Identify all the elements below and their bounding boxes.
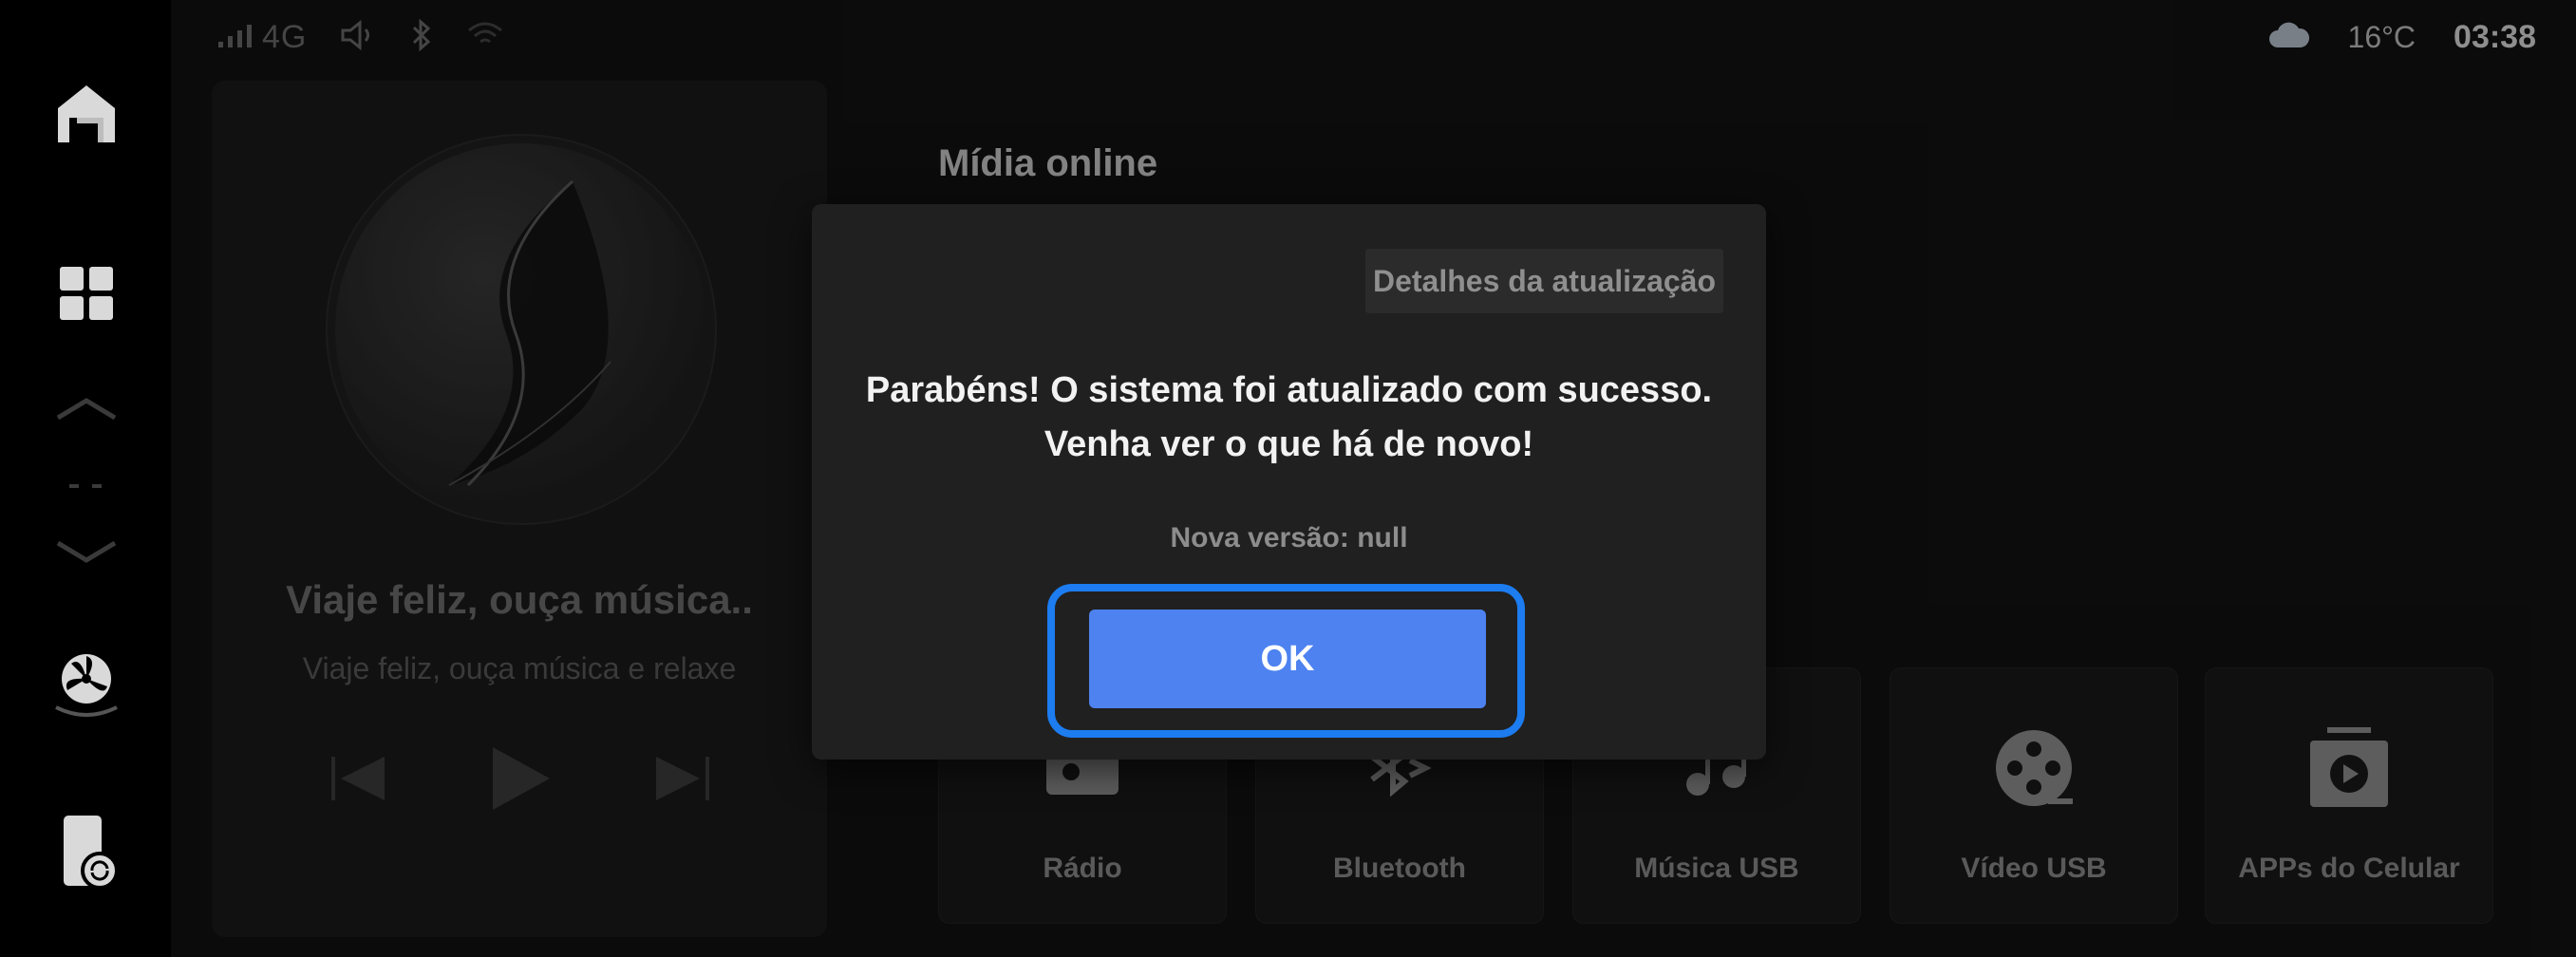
ok-button[interactable]: OK (1089, 610, 1486, 708)
screen: 4G 16°C 03:38 Viaje feliz, ouça música..… (0, 0, 2576, 957)
home-icon[interactable] (47, 74, 125, 152)
chevron-up-icon[interactable] (47, 389, 125, 427)
chevron-down-icon[interactable] (47, 534, 125, 572)
fan-icon[interactable] (47, 638, 125, 729)
dialog-message-line2: Venha ver o que há de novo! (1044, 424, 1534, 464)
dialog-message: Parabéns! O sistema foi atualizado com s… (812, 364, 1766, 472)
version-text: Nova versão: null (1170, 522, 1408, 554)
dots-icon (47, 467, 125, 505)
update-details-button[interactable]: Detalhes da atualização (1364, 249, 1723, 313)
dialog-message-line1: Parabéns! O sistema foi atualizado com s… (865, 370, 1713, 410)
apps-grid-icon[interactable] (47, 254, 125, 332)
update-success-dialog: Detalhes da atualização Parabéns! O sist… (812, 204, 1766, 760)
sidebar (0, 0, 171, 957)
phone-sync-icon[interactable] (47, 805, 125, 900)
